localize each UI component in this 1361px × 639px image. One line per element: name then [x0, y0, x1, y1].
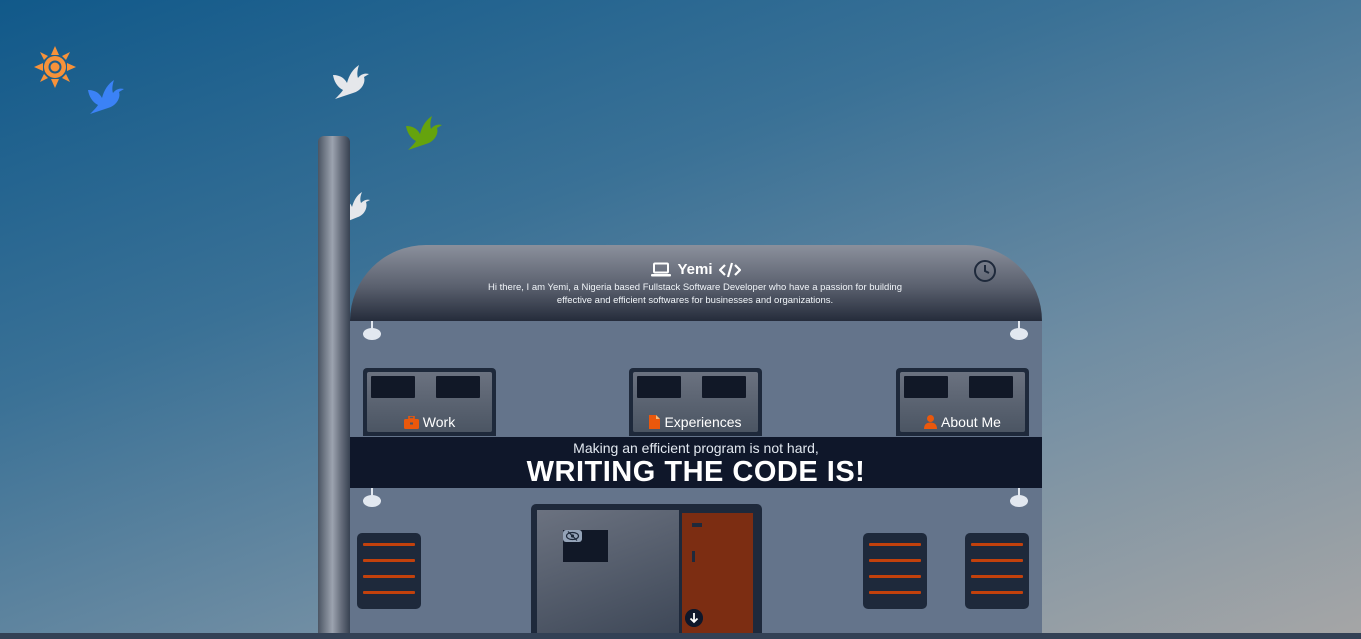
eye-slash-icon[interactable]	[563, 530, 582, 542]
nav-work-link[interactable]: Work	[367, 412, 492, 432]
nav-about-label: About Me	[941, 414, 1001, 430]
taskbar-strip	[0, 633, 1361, 639]
window-shutter	[965, 533, 1029, 609]
clock-icon[interactable]	[973, 259, 997, 283]
bird-icon	[333, 65, 369, 99]
storefront	[531, 504, 762, 639]
nav-about-link[interactable]: About Me	[900, 412, 1025, 432]
hero-banner: Making an efficient program is not hard,…	[350, 437, 1042, 488]
site-title[interactable]: Yemi	[350, 261, 1042, 278]
window-shutter	[863, 533, 927, 609]
window-shutter	[357, 533, 421, 609]
lamp-icon	[363, 488, 381, 507]
portfolio-building: Yemi Hi there, I am Yemi, a Nigeria base…	[350, 245, 1042, 639]
nav-experiences-link[interactable]: Experiences	[633, 412, 758, 432]
lamp-icon	[1010, 321, 1028, 340]
briefcase-icon	[403, 415, 419, 429]
nav-work[interactable]: Work	[363, 368, 496, 436]
site-name: Yemi	[677, 261, 713, 278]
code-icon	[718, 262, 741, 277]
hero-subtitle: Making an efficient program is not hard,	[573, 440, 819, 456]
file-icon	[649, 415, 661, 429]
sun-icon	[34, 46, 76, 88]
lamp-icon	[363, 321, 381, 340]
arrow-down-icon[interactable]	[685, 609, 703, 627]
sign-pole	[318, 136, 350, 639]
laptop-icon	[651, 262, 672, 277]
site-tagline: Hi there, I am Yemi, a Nigeria based Ful…	[488, 282, 902, 306]
bird-icon	[88, 80, 124, 114]
lamp-icon	[1010, 488, 1028, 507]
hero-headline: WRITING THE CODE IS!	[526, 456, 866, 488]
bird-icon	[406, 116, 442, 150]
nav-work-label: Work	[422, 414, 456, 430]
nav-about[interactable]: About Me	[896, 368, 1029, 436]
nav-experiences-label: Experiences	[664, 414, 742, 430]
nav-experiences[interactable]: Experiences	[629, 368, 762, 436]
front-door[interactable]	[679, 510, 756, 639]
user-icon	[924, 415, 938, 429]
